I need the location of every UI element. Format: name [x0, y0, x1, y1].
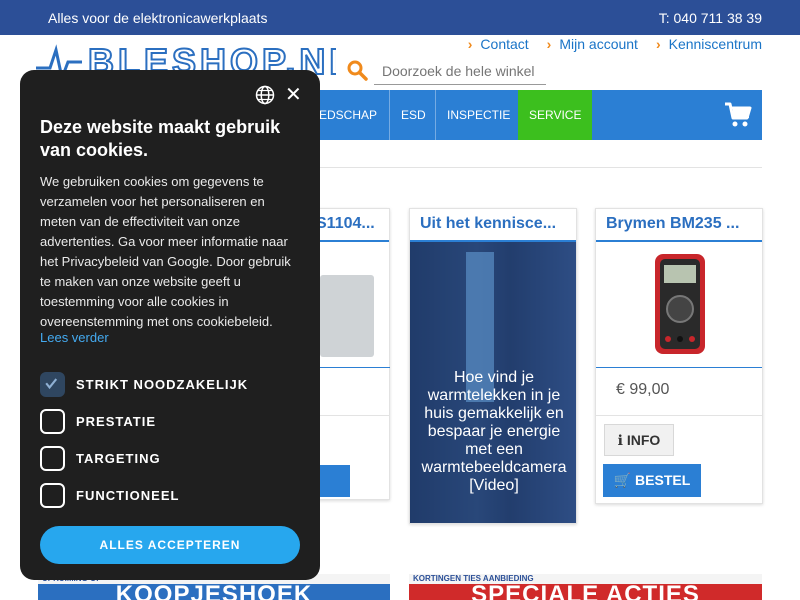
close-icon[interactable]: ✕: [285, 84, 302, 106]
option-label: FUNCTIONEEL: [76, 488, 180, 503]
chevron-right-icon: ›: [467, 36, 473, 52]
cookie-description: We gebruiken cookies om gegevens te verz…: [40, 174, 291, 329]
divider: [596, 415, 762, 416]
buy-button[interactable]: [320, 465, 350, 497]
knowledge-center-link[interactable]: › Kenniscentrum: [656, 36, 762, 52]
divider: [320, 367, 390, 368]
nav-item-esd[interactable]: ESD: [389, 90, 437, 140]
multimeter-image: [655, 254, 705, 354]
product-card[interactable]: Brymen BM235 ... € 99,00 ℹ INFO 🛒 BESTEL: [595, 208, 763, 504]
info-icon: ℹ: [617, 432, 627, 448]
option-label: STRIKT NOODZAKELIJK: [76, 377, 249, 392]
top-links: › Contact › Mijn account › Kenniscentrum: [468, 36, 762, 52]
article-card[interactable]: Uit het kennisce... Hoe vind je warmtele…: [409, 208, 577, 524]
banner-speciale-acties[interactable]: KORTINGEN TIES AANBIEDING SPECIALE ACTIE…: [409, 574, 762, 600]
contact-link[interactable]: › Contact: [468, 36, 529, 52]
phone-number[interactable]: T: 040 711 38 39: [659, 10, 762, 26]
nav-item-service[interactable]: SERVICE: [518, 90, 593, 140]
info-button[interactable]: ℹ INFO: [604, 424, 674, 456]
tagline: Alles voor de elektronicawerkplaats: [48, 10, 268, 26]
order-button[interactable]: 🛒 BESTEL: [603, 464, 701, 497]
nav-item-inspectie[interactable]: INSPECTIE: [435, 90, 521, 140]
globe-icon[interactable]: [255, 85, 275, 105]
article-title[interactable]: Uit het kennisce...: [410, 209, 576, 242]
checkbox[interactable]: [40, 446, 65, 471]
accept-all-button[interactable]: ALLES ACCEPTEREN: [40, 526, 300, 564]
banner-title: KOOPJESHOEK: [115, 581, 313, 600]
product-title[interactable]: Brymen BM235 ...: [596, 209, 762, 242]
option-label: TARGETING: [76, 451, 161, 466]
top-bar: Alles voor de elektronicawerkplaats T: 0…: [0, 0, 800, 35]
product-price: € 99,00: [616, 381, 670, 398]
oscilloscope-image: [320, 275, 374, 357]
divider: [596, 367, 762, 368]
read-more-link[interactable]: Lees verder: [40, 330, 109, 345]
divider: [320, 415, 390, 416]
cookie-consent-dialog: ✕ Deze website maakt gebruik van cookies…: [20, 70, 320, 580]
check-icon: [45, 378, 58, 390]
cart-icon: 🛒: [613, 472, 636, 488]
search-bar: [346, 57, 546, 85]
banner-title: SPECIALE ACTIES: [471, 581, 700, 600]
cart-icon[interactable]: [724, 102, 752, 128]
checkbox[interactable]: [40, 483, 65, 508]
my-account-link[interactable]: › Mijn account: [547, 36, 638, 52]
search-input[interactable]: [374, 57, 546, 85]
checkbox[interactable]: [40, 409, 65, 434]
chevron-right-icon: ›: [546, 36, 552, 52]
cookie-title: Deze website maakt gebruik van cookies.: [40, 117, 281, 160]
checkbox[interactable]: [40, 372, 65, 397]
article-caption: Hoe vind je warmtelekken in je huis gema…: [421, 369, 567, 494]
search-icon[interactable]: [346, 59, 368, 81]
option-label: PRESTATIE: [76, 414, 157, 429]
chevron-right-icon: ›: [655, 36, 661, 52]
